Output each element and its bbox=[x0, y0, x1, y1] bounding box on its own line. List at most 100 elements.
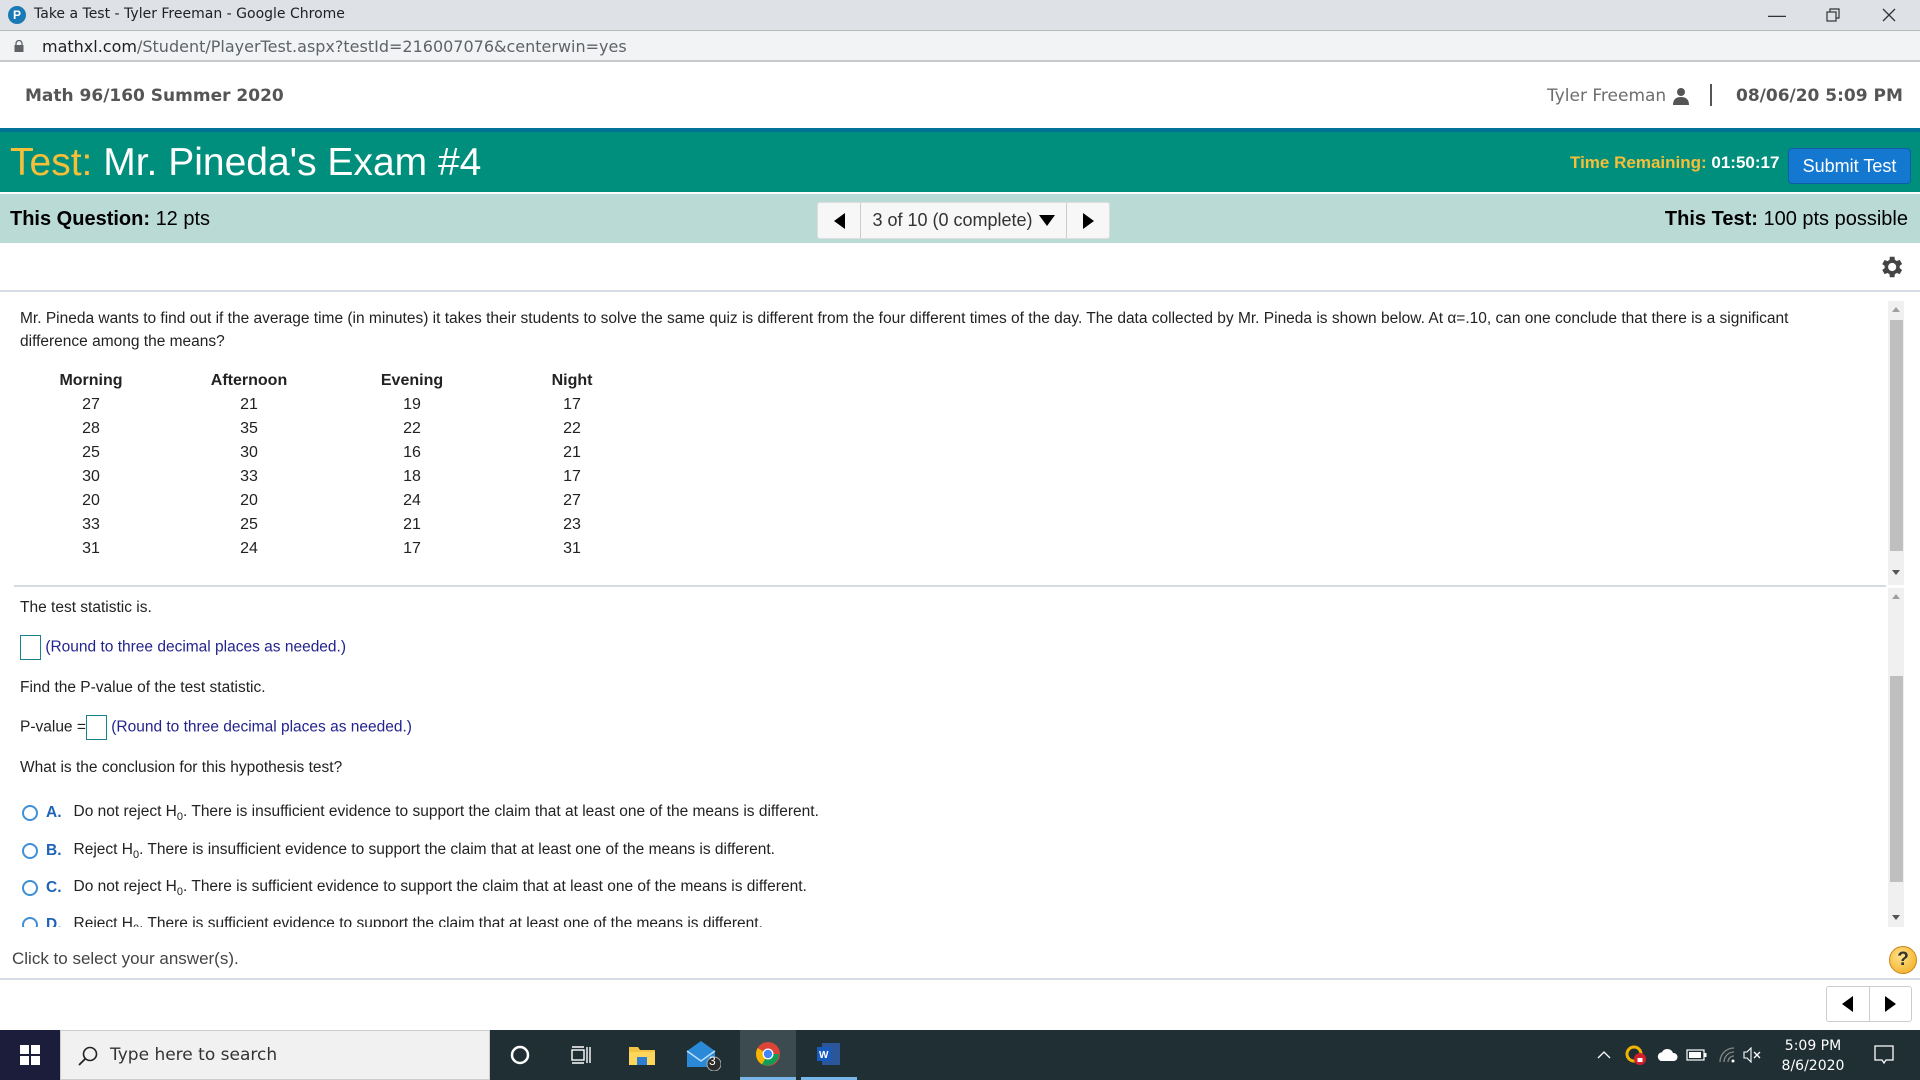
arrow-right-icon bbox=[1082, 212, 1094, 229]
answer-scrollbar[interactable] bbox=[1888, 588, 1904, 927]
address-bar[interactable]: mathxl.com/Student/PlayerTest.aspx?testI… bbox=[0, 30, 1920, 62]
table-cell: 25 bbox=[82, 444, 100, 461]
minimize-button[interactable]: — bbox=[1754, 0, 1800, 30]
battery-button[interactable] bbox=[1684, 1030, 1710, 1080]
browser-title-bar: P Take a Test - Tyler Freeman - Google C… bbox=[0, 0, 1920, 30]
gear-icon[interactable] bbox=[1877, 253, 1905, 281]
svg-text:W: W bbox=[819, 1050, 829, 1061]
choice-letter: D. bbox=[46, 916, 62, 927]
mail-button[interactable]: 3 bbox=[675, 1030, 731, 1080]
this-question-points: This Question: 12 pts bbox=[10, 208, 210, 231]
choice-text: Reject H0. There is insufficient evidenc… bbox=[74, 841, 775, 861]
test-title-text: Mr. Pineda's Exam #4 bbox=[103, 141, 482, 184]
next-question-button[interactable] bbox=[1067, 203, 1109, 238]
table-cell: 21 bbox=[563, 444, 581, 461]
answer-choice[interactable]: D. Reject H0. There is sufficient evidenc… bbox=[22, 915, 763, 927]
restore-button[interactable] bbox=[1810, 0, 1856, 30]
pvalue-input[interactable] bbox=[85, 715, 107, 740]
scroll-up-icon[interactable] bbox=[1892, 594, 1900, 599]
volume-button[interactable] bbox=[1740, 1030, 1766, 1080]
prompt-scrollbar[interactable] bbox=[1888, 301, 1904, 585]
table-row: 27 21 19 17 bbox=[30, 393, 666, 417]
column-header: Morning bbox=[59, 372, 123, 389]
answer-choice[interactable]: C. Do not reject H0. There is sufficient … bbox=[22, 878, 807, 898]
question-prompt: Mr. Pineda wants to find out if the aver… bbox=[20, 307, 1820, 353]
notification-icon bbox=[1874, 1045, 1894, 1065]
scrollbar-thumb[interactable] bbox=[1890, 676, 1903, 882]
onedrive-button[interactable] bbox=[1652, 1030, 1682, 1080]
choice-text-pre: Do not reject H bbox=[73, 878, 177, 895]
current-datetime: 08/06/20 5:09 PM bbox=[1736, 86, 1903, 106]
help-button[interactable]: ? bbox=[1889, 946, 1917, 974]
radio-button[interactable] bbox=[22, 880, 38, 897]
taskbar-search[interactable]: Type here to search bbox=[60, 1030, 490, 1080]
radio-button[interactable] bbox=[22, 917, 38, 927]
answer-choice[interactable]: B. Reject H0. There is insufficient evide… bbox=[22, 841, 775, 861]
pearson-favicon-icon: P bbox=[8, 6, 26, 24]
choice-text-post: . There is sufficient evidence to suppor… bbox=[183, 878, 807, 895]
pvalue-prompt: Find the P-value of the test statistic. bbox=[20, 679, 266, 696]
answer-choice[interactable]: A. Do not reject H0. There is insufficien… bbox=[22, 803, 819, 823]
table-cell: 27 bbox=[563, 492, 581, 509]
show-hidden-icons-button[interactable] bbox=[1592, 1030, 1616, 1080]
course-header: Math 96/160 Summer 2020 Tyler Freeman 08… bbox=[0, 62, 1920, 128]
security-tray-button[interactable] bbox=[1622, 1030, 1650, 1080]
question-navigator: 3 of 10 (0 complete) bbox=[817, 202, 1110, 239]
this-test-label: This Test: bbox=[1664, 208, 1758, 230]
table-cell: 17 bbox=[403, 540, 421, 557]
data-table: Morning Afternoon Evening Night 27 21 19 17… bbox=[30, 369, 666, 561]
table-cell: 31 bbox=[563, 540, 581, 557]
choice-text-post: . There is sufficient evidence to suppor… bbox=[139, 915, 763, 927]
table-row: 20 20 24 27 bbox=[30, 489, 666, 513]
search-placeholder: Type here to search bbox=[110, 1045, 278, 1065]
choice-text-post: . There is insufficient evidence to supp… bbox=[139, 841, 775, 858]
window-title: Take a Test - Tyler Freeman - Google Chr… bbox=[34, 6, 345, 22]
url-text[interactable]: mathxl.com/Student/PlayerTest.aspx?testI… bbox=[42, 37, 627, 56]
file-explorer-button[interactable] bbox=[614, 1030, 670, 1080]
arrow-right-icon bbox=[1884, 996, 1896, 1012]
test-statistic-input[interactable] bbox=[20, 635, 41, 660]
arrow-left-icon bbox=[833, 212, 845, 229]
table-cell: 24 bbox=[403, 492, 421, 509]
cortana-icon bbox=[510, 1045, 530, 1065]
cortana-button[interactable] bbox=[492, 1030, 548, 1080]
time-remaining-label: Time Remaining: bbox=[1570, 153, 1707, 172]
time-remaining-value: 01:50:17 bbox=[1711, 153, 1780, 172]
this-test-value: 100 pts possible bbox=[1763, 208, 1908, 230]
scroll-down-icon[interactable] bbox=[1892, 915, 1900, 920]
prompt-text-1: Mr. Pineda wants to find out if the aver… bbox=[20, 310, 1448, 327]
start-button[interactable] bbox=[0, 1030, 60, 1080]
choice-text: Do not reject H0. There is insufficient … bbox=[74, 803, 819, 823]
action-center-button[interactable] bbox=[1864, 1030, 1904, 1080]
volume-muted-icon bbox=[1743, 1047, 1761, 1063]
scroll-down-icon[interactable] bbox=[1892, 570, 1900, 575]
test-title: Test: Mr. Pineda's Exam #4 bbox=[10, 141, 481, 185]
radio-button[interactable] bbox=[22, 843, 38, 860]
question-prompt-pane: Mr. Pineda wants to find out if the aver… bbox=[0, 290, 1920, 585]
network-button[interactable] bbox=[1714, 1030, 1740, 1080]
table-cell: 30 bbox=[240, 444, 258, 461]
radio-button[interactable] bbox=[22, 805, 38, 822]
table-cell: 21 bbox=[240, 396, 258, 413]
scrollbar-thumb[interactable] bbox=[1890, 320, 1903, 551]
next-button[interactable] bbox=[1870, 987, 1912, 1021]
table-cell: 22 bbox=[403, 420, 421, 437]
previous-question-button[interactable] bbox=[818, 203, 860, 238]
cloud-icon bbox=[1657, 1048, 1678, 1061]
table-cell: 16 bbox=[403, 444, 421, 461]
word-taskbar-button[interactable]: W bbox=[801, 1030, 857, 1080]
previous-button[interactable] bbox=[1827, 987, 1870, 1021]
pvalue-row: P-value = (Round to three decimal places… bbox=[20, 715, 412, 740]
bottom-question-nav bbox=[1826, 986, 1912, 1022]
table-row: 33 25 21 23 bbox=[30, 513, 666, 537]
task-view-button[interactable] bbox=[553, 1030, 609, 1080]
table-cell: 23 bbox=[563, 516, 581, 533]
close-button[interactable] bbox=[1866, 0, 1912, 30]
chrome-taskbar-button[interactable] bbox=[740, 1030, 796, 1080]
scroll-up-icon[interactable] bbox=[1892, 307, 1900, 312]
user-name[interactable]: Tyler Freeman bbox=[1547, 86, 1666, 106]
question-select-dropdown[interactable]: 3 of 10 (0 complete) bbox=[860, 203, 1067, 238]
submit-test-button[interactable]: Submit Test bbox=[1788, 148, 1911, 184]
taskbar-clock[interactable]: 5:09 PM 8/6/2020 bbox=[1768, 1036, 1858, 1076]
table-cell: 35 bbox=[240, 420, 258, 437]
